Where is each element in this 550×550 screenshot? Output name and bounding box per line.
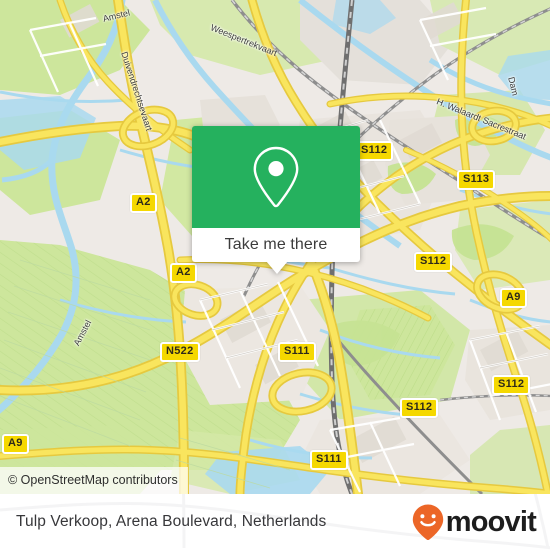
road-shield[interactable]: A2 [130,193,157,213]
road-shield[interactable]: S112 [400,398,439,418]
road-shield[interactable]: S113 [457,170,496,190]
footer-bar: Tulp Verkoop, Arena Boulevard, Netherlan… [0,494,550,550]
road-shield[interactable]: S112 [414,252,453,272]
road-shield[interactable]: N522 [160,342,200,362]
road-shield[interactable]: A2 [170,263,197,283]
callout-header [192,126,360,228]
road-shield[interactable]: S112 [492,375,531,395]
road-shield[interactable]: S111 [278,342,316,362]
callout-tail [266,261,288,274]
moovit-smiley-pin-icon [412,504,443,540]
road-shield[interactable]: A9 [2,434,29,454]
road-shield[interactable]: S112 [355,141,394,161]
map-canvas[interactable]: S112 S113 A2 S112 A9 A2 N522 S111 S112 S… [0,0,550,494]
road-shield[interactable]: S111 [310,450,348,470]
callout-action-label: Take me there [224,236,328,253]
place-callout[interactable]: Take me there [192,126,360,274]
map-pin-icon [253,146,299,208]
callout-action[interactable]: Take me there [192,228,360,262]
footer-content: Tulp Verkoop, Arena Boulevard, Netherlan… [0,494,550,550]
osm-attribution[interactable]: © OpenStreetMap contributors [0,467,188,494]
road-shield[interactable]: A9 [500,288,527,308]
moovit-wordmark: moovit [445,505,537,538]
place-title: Tulp Verkoop, Arena Boulevard, Netherlan… [16,513,327,530]
map-screenshot: S112 S113 A2 S112 A9 A2 N522 S111 S112 S… [0,0,550,550]
moovit-brand[interactable]: moovit [411,503,537,541]
